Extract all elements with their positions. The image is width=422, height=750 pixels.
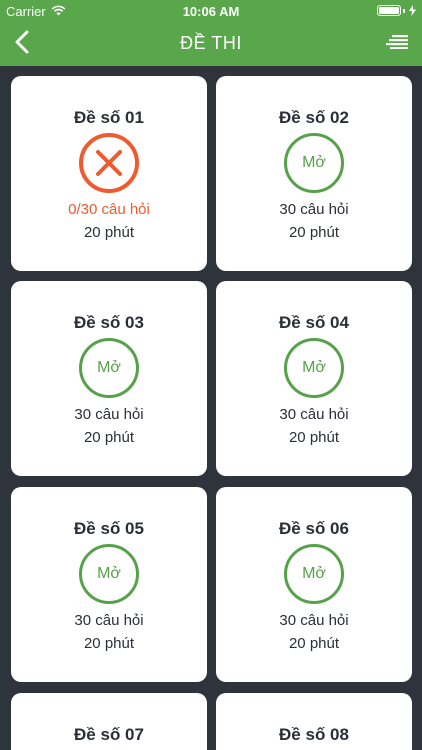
- navigation-bar: ĐỀ THI: [0, 22, 422, 66]
- exam-duration: 20 phút: [288, 635, 340, 652]
- exam-questions: 30 câu hỏi: [74, 406, 144, 423]
- open-badge: Mở: [284, 133, 344, 193]
- open-badge: Mở: [79, 338, 139, 398]
- exam-duration: 20 phút: [83, 429, 135, 446]
- exam-title: Đề số 06: [279, 519, 349, 538]
- exam-title: Đề số 03: [74, 313, 144, 332]
- exam-card-05[interactable]: Đề số 05 Mở 30 câu hỏi 20 phút: [11, 487, 207, 682]
- exam-card-07[interactable]: Đề số 07: [11, 693, 207, 750]
- exam-title: Đề số 02: [279, 108, 349, 127]
- exam-card-02[interactable]: Đề số 02 Mở 30 câu hỏi 20 phút: [216, 76, 412, 271]
- open-badge: Mở: [284, 544, 344, 604]
- page-title: ĐỀ THI: [180, 33, 242, 53]
- open-badge: Mở: [284, 338, 344, 398]
- exam-title: Đề số 04: [279, 313, 349, 332]
- exam-title: Đề số 08: [279, 725, 349, 744]
- exam-questions: 30 câu hỏi: [279, 201, 349, 218]
- menu-lines-icon: [386, 34, 408, 54]
- exam-card-03[interactable]: Đề số 03 Mở 30 câu hỏi 20 phút: [11, 281, 207, 476]
- exam-card-04[interactable]: Đề số 04 Mở 30 câu hỏi 20 phút: [216, 281, 412, 476]
- exam-duration: 20 phút: [83, 635, 135, 652]
- status-bar: Carrier 10:06 AM: [0, 0, 422, 22]
- exam-questions: 30 câu hỏi: [279, 406, 349, 423]
- exam-title: Đề số 05: [74, 519, 144, 538]
- open-badge: Mở: [79, 544, 139, 604]
- exam-card-08[interactable]: Đề số 08: [216, 693, 412, 750]
- exam-duration: 20 phút: [288, 224, 340, 241]
- exam-questions: 30 câu hỏi: [74, 612, 144, 629]
- failed-icon: [79, 133, 139, 193]
- status-time: 10:06 AM: [182, 4, 240, 19]
- exam-card-01[interactable]: Đề số 01 0/30 câu hỏi 20 phút: [11, 76, 207, 271]
- menu-button[interactable]: [384, 32, 410, 56]
- exam-title: Đề số 01: [74, 108, 144, 127]
- exam-questions: 30 câu hỏi: [279, 612, 349, 629]
- exam-title: Đề số 07: [74, 725, 144, 744]
- exam-card-06[interactable]: Đề số 06 Mở 30 câu hỏi 20 phút: [216, 487, 412, 682]
- exam-duration: 20 phút: [288, 429, 340, 446]
- battery-icon: [377, 5, 416, 16]
- exam-duration: 20 phút: [83, 224, 135, 241]
- exam-questions: 0/30 câu hỏi: [68, 201, 150, 218]
